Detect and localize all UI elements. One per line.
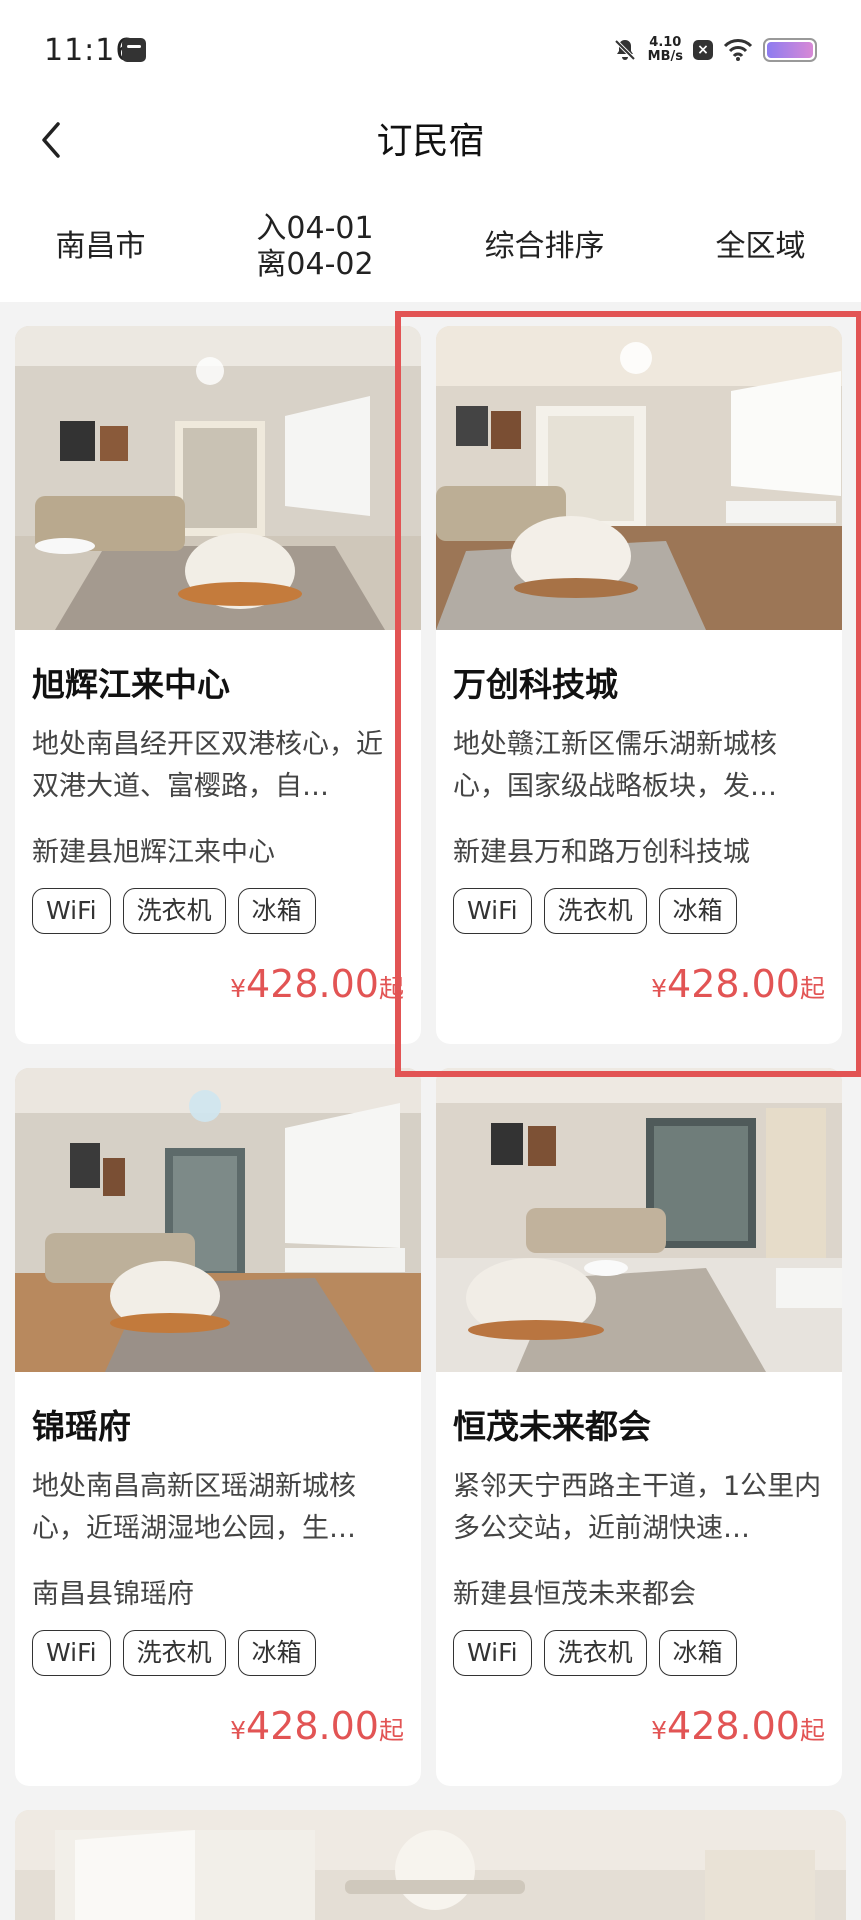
tag-washer: 洗衣机 — [122, 1630, 226, 1676]
status-bar: 11:16 4.10 MB/s × — [0, 0, 861, 100]
price-suffix: 起 — [799, 974, 825, 1003]
listing-title: 锦瑶府 — [32, 1407, 131, 1446]
listing-tags: WiFi 洗衣机 冰箱 — [32, 888, 316, 934]
listing-price: ¥428.00起 — [651, 1704, 825, 1748]
listing-card[interactable]: 旭辉江来中心 地处南昌经开区双港核心，近双港大道、富樱路，自… 新建县旭辉江来中… — [15, 326, 421, 1044]
tag-wifi: WiFi — [32, 1630, 111, 1676]
listing-card[interactable]: 万创科技城 地处赣江新区儒乐湖新城核心，国家级战略板块，发… 新建县万和路万创科… — [436, 326, 842, 1044]
listing-tags: WiFi 洗衣机 冰箱 — [453, 1630, 737, 1676]
tag-washer: 洗衣机 — [122, 888, 226, 934]
filter-bar: 南昌市 入04-01 离04-02 综合排序 全区域 — [0, 192, 861, 302]
listing-title: 恒茂未来都会 — [453, 1407, 651, 1446]
price-value: 428.00 — [667, 962, 800, 1006]
tag-fridge: 冰箱 — [658, 888, 737, 934]
checkin-date: 入04-01 — [256, 211, 374, 246]
tag-fridge: 冰箱 — [658, 1630, 737, 1676]
price-value: 428.00 — [667, 1704, 800, 1748]
listing-address: 南昌县锦瑶府 — [32, 1579, 194, 1610]
listing-photo — [436, 326, 842, 630]
price-symbol: ¥ — [651, 974, 668, 1003]
tag-fridge: 冰箱 — [237, 1630, 316, 1676]
tag-fridge: 冰箱 — [237, 888, 316, 934]
listing-card[interactable]: 恒茂未来都会 紧邻天宁西路主干道，1公里内多公交站，近前湖快速… 新建县恒茂未来… — [436, 1068, 842, 1786]
checkout-date: 离04-02 — [256, 247, 374, 282]
date-filter[interactable]: 入04-01 离04-02 — [256, 211, 373, 283]
listing-photo — [15, 1068, 421, 1372]
page-title: 订民宿 — [376, 121, 485, 162]
listing-description: 地处南昌经开区双港核心，近双港大道、富樱路，自… — [32, 729, 383, 802]
wifi-icon — [723, 39, 753, 61]
price-suffix: 起 — [378, 1716, 404, 1745]
listing-address: 新建县万和路万创科技城 — [453, 837, 750, 868]
listing-address: 新建县恒茂未来都会 — [453, 1579, 696, 1610]
listing-photo — [15, 326, 421, 630]
price-symbol: ¥ — [651, 1716, 668, 1745]
listing-address: 新建县旭辉江来中心 — [32, 837, 275, 868]
tag-wifi: WiFi — [32, 888, 111, 934]
tag-wifi: WiFi — [453, 888, 532, 934]
listing-description: 紧邻天宁西路主干道，1公里内多公交站，近前湖快速… — [453, 1471, 822, 1544]
sort-filter[interactable]: 综合排序 — [485, 229, 605, 265]
listing-title: 万创科技城 — [453, 665, 618, 704]
network-speed-value: 4.10 — [649, 35, 682, 50]
tag-wifi: WiFi — [453, 1630, 532, 1676]
listing-description: 地处赣江新区儒乐湖新城核心，国家级战略板块，发… — [453, 729, 777, 802]
listing-card[interactable] — [15, 1810, 846, 1920]
listing-tags: WiFi 洗衣机 冰箱 — [453, 888, 737, 934]
listing-photo — [15, 1810, 846, 1920]
price-value: 428.00 — [246, 962, 379, 1006]
price-suffix: 起 — [378, 974, 404, 1003]
city-filter[interactable]: 南昌市 — [55, 229, 145, 265]
tag-washer: 洗衣机 — [543, 1630, 647, 1676]
mute-icon — [614, 39, 636, 61]
region-filter[interactable]: 全区域 — [716, 229, 806, 265]
tag-washer: 洗衣机 — [543, 888, 647, 934]
app-notification-icon — [122, 38, 146, 62]
listing-photo — [436, 1068, 842, 1372]
battery-icon — [763, 38, 817, 62]
listing-price: ¥428.00起 — [230, 1704, 404, 1748]
listing-title: 旭辉江来中心 — [32, 665, 230, 704]
listing-tags: WiFi 洗衣机 冰箱 — [32, 1630, 316, 1676]
price-symbol: ¥ — [230, 1716, 247, 1745]
listing-description: 地处南昌高新区瑶湖新城核心，近瑶湖湿地公园，生… — [32, 1471, 356, 1544]
network-speed-unit: MB/s — [647, 49, 683, 64]
listing-price: ¥428.00起 — [651, 962, 825, 1006]
listing-price: ¥428.00起 — [230, 962, 404, 1006]
price-value: 428.00 — [246, 1704, 379, 1748]
price-suffix: 起 — [799, 1716, 825, 1745]
price-symbol: ¥ — [230, 974, 247, 1003]
close-box-icon: × — [693, 40, 713, 60]
status-icons: 4.10 MB/s × — [612, 34, 817, 66]
listing-card[interactable]: 锦瑶府 地处南昌高新区瑶湖新城核心，近瑶湖湿地公园，生… 南昌县锦瑶府 WiFi… — [15, 1068, 421, 1786]
network-speed: 4.10 MB/s — [648, 36, 683, 64]
